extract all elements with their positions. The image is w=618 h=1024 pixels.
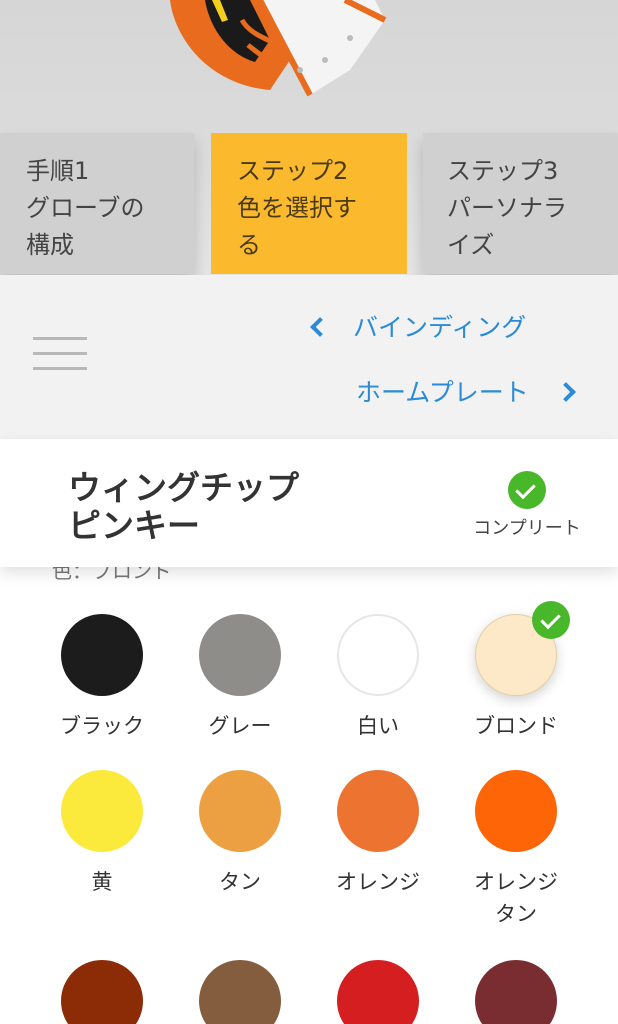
chevron-left-icon [310,317,330,337]
color-swatch-blonde[interactable]: ブロンド [446,601,586,742]
color-swatch-orange[interactable]: オレンジ [308,770,448,898]
color-grid: 色：ブロンド ブラック グレー 白い ブロンド 黄 タン オレンジ オレンジ タ… [0,567,618,1024]
checkmark-icon [508,471,546,509]
step-3-tab[interactable]: ステップ3 パーソナラ イズ [423,133,618,274]
color-circle [475,770,557,852]
selected-color-label: 色：ブロンド [52,567,172,583]
color-name: ブラック [60,714,144,738]
color-swatch-white[interactable]: 白い [308,614,448,742]
step-3-label-line1: ステップ3 [447,157,559,185]
color-swatch-black[interactable]: ブラック [32,614,172,742]
step-3-label-line2: パーソナラ [447,194,567,222]
color-circle [337,614,419,696]
color-swatch-red[interactable] [308,960,448,1024]
color-circle [61,770,143,852]
next-part-link[interactable]: ホームプレート [356,373,576,409]
step-1-label-line2: グローブの [26,194,145,222]
color-circle [475,960,557,1024]
step-1-tab[interactable]: 手順1 グローブの 構成 [0,133,194,274]
color-name: 黄 [91,870,113,894]
color-swatch-light-brown[interactable] [170,960,310,1024]
color-swatch-maroon[interactable] [446,960,586,1024]
menu-icon[interactable] [33,337,87,375]
selected-checkmark-icon [532,601,570,639]
chevron-right-icon [555,382,576,402]
color-name: オレンジ [336,870,420,894]
color-name: オレンジ タン [446,866,586,930]
color-circle [337,770,419,852]
component-navigation: バインディング ホームプレート [0,275,618,439]
color-name-line2: タン [495,902,537,926]
next-part-label: ホームプレート [356,378,529,407]
color-name: グレー [208,714,272,738]
complete-status: コンプリート [462,471,592,540]
step-3-label-line3: イズ [447,231,495,259]
part-title: ウィングチップピンキー [68,468,299,545]
step-1-label-line1: 手順1 [26,157,90,185]
color-swatch-tan[interactable]: タン [170,770,310,898]
color-swatch-gray[interactable]: グレー [170,614,310,742]
step-2-tab[interactable]: ステップ2 色を選択す る [211,133,407,274]
previous-part-link[interactable]: バインディング [305,308,526,344]
color-circle [199,614,281,696]
color-swatch-brown[interactable] [32,960,172,1024]
color-name: ブロンド [474,714,558,738]
color-circle [475,601,570,696]
color-name: タン [219,870,261,894]
color-name-line1: オレンジ [474,870,558,894]
step-tabs: 手順1 グローブの 構成 ステップ2 色を選択す る ステップ3 パーソナラ イ… [0,133,618,274]
part-header: ウィングチップピンキー コンプリート [0,439,618,567]
color-circle [61,960,143,1024]
color-circle [199,770,281,852]
glove-image [170,0,387,97]
previous-part-label: バインディング [353,313,527,342]
complete-status-label: コンプリート [473,518,581,539]
color-swatch-yellow[interactable]: 黄 [32,770,172,898]
color-circle [199,960,281,1024]
color-circle [61,614,143,696]
step-2-label-line1: ステップ2 [237,157,349,185]
color-name: 白い [357,714,399,738]
step-1-label-line3: 構成 [26,231,74,259]
step-2-label-line2: 色を選択す [237,194,357,222]
step-2-label-line3: る [237,231,261,259]
color-swatch-orange-tan[interactable]: オレンジ タン [446,770,586,930]
color-circle [337,960,419,1024]
